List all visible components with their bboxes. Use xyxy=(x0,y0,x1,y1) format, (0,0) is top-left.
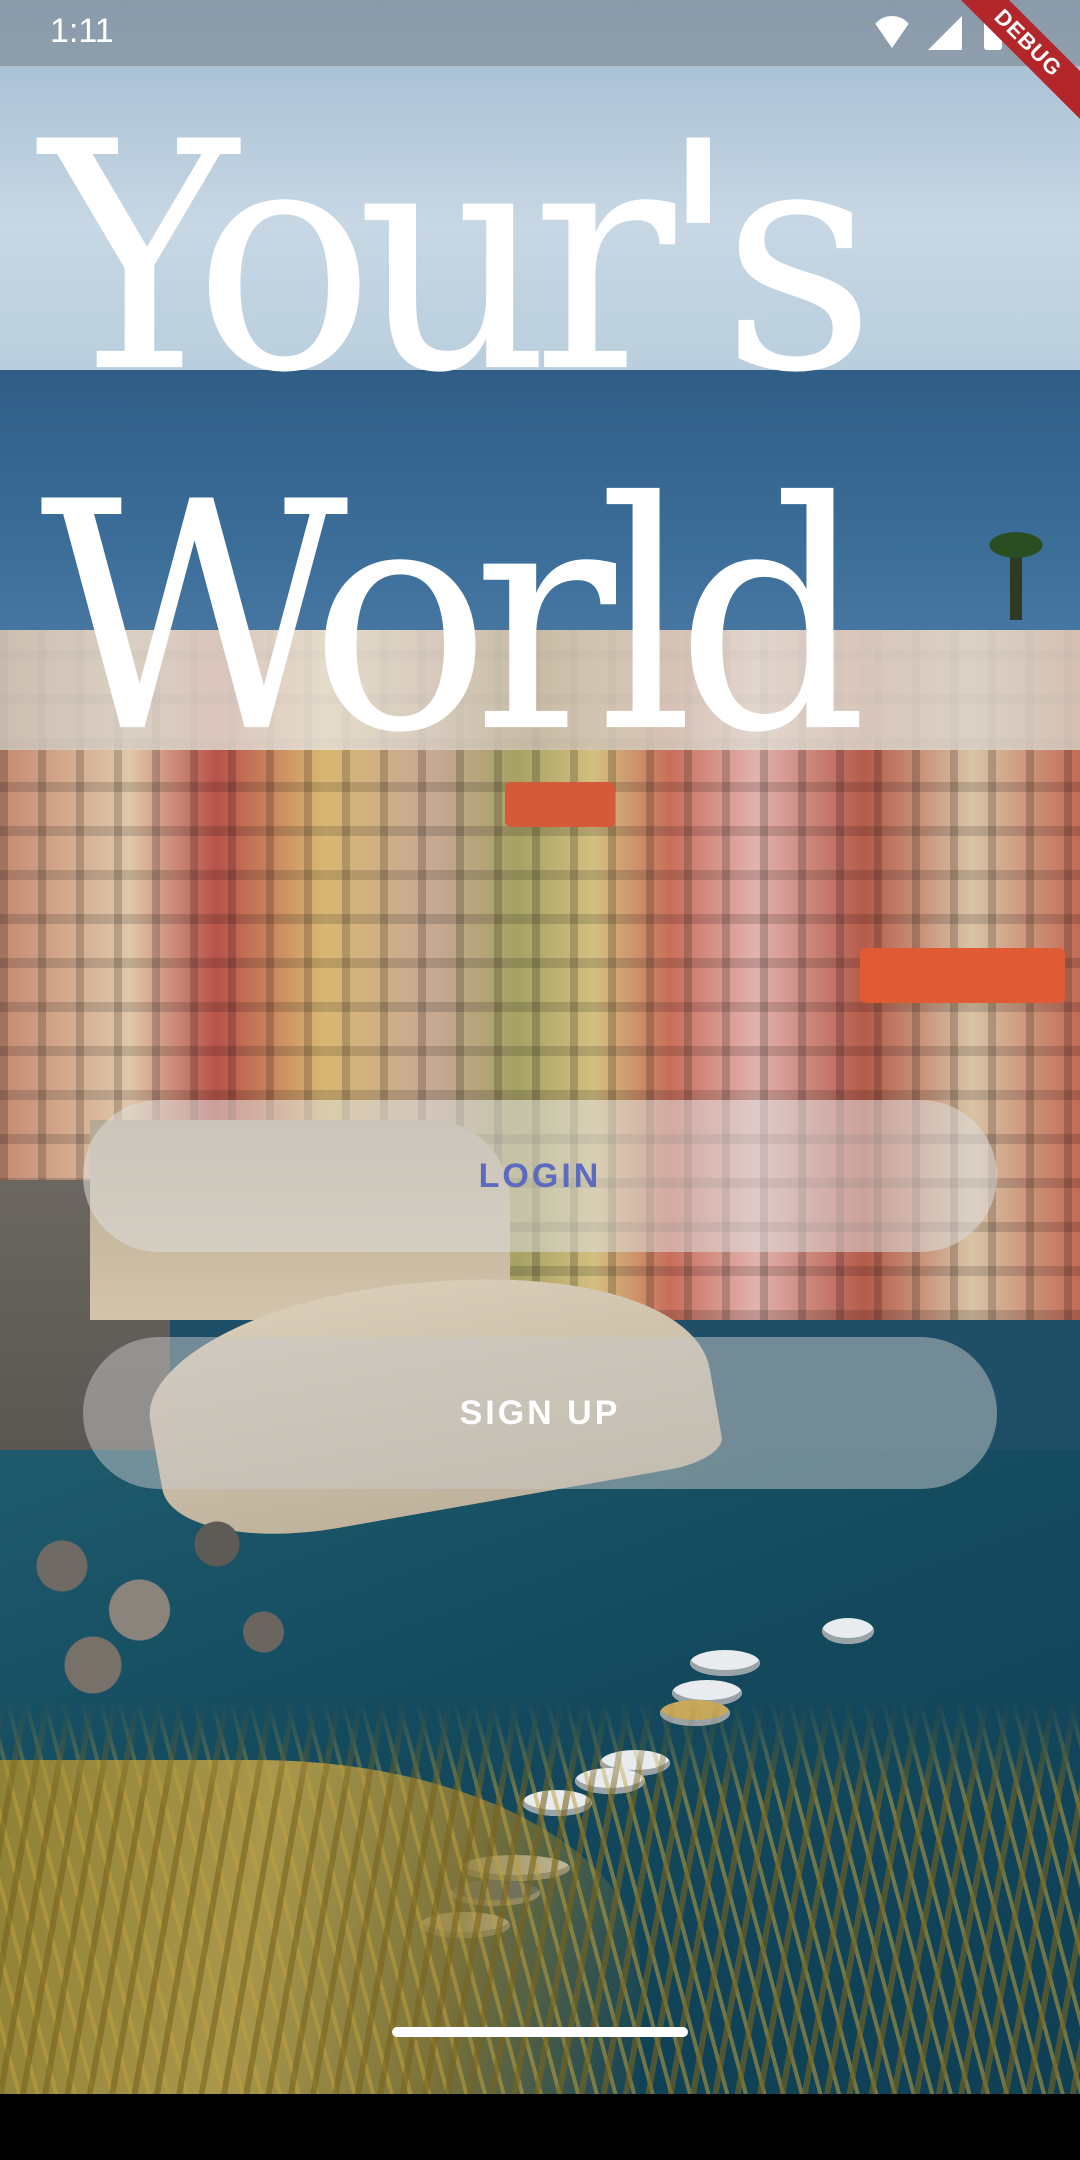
status-bar: 1:11 xyxy=(0,0,1080,66)
boat xyxy=(690,1650,760,1676)
navigation-bar xyxy=(0,2094,1080,2160)
home-indicator[interactable] xyxy=(392,2027,688,2037)
app-title: Your's World xyxy=(0,70,1080,801)
boat xyxy=(822,1618,874,1644)
app-title-line-2: World xyxy=(40,435,868,802)
login-screen: 1:11 DEBUG Your's World LOGIN SIGN UP xyxy=(0,0,1080,2160)
cell-signal-icon xyxy=(928,16,962,50)
login-button[interactable]: LOGIN xyxy=(83,1100,997,1252)
app-title-line-1: Your's xyxy=(40,75,876,442)
signup-button[interactable]: SIGN UP xyxy=(83,1337,997,1489)
red-roof xyxy=(860,948,1065,1003)
shore-rocks xyxy=(0,1500,310,1720)
status-time: 1:11 xyxy=(50,12,114,50)
wifi-icon xyxy=(870,16,914,48)
grass xyxy=(0,1700,1080,2100)
